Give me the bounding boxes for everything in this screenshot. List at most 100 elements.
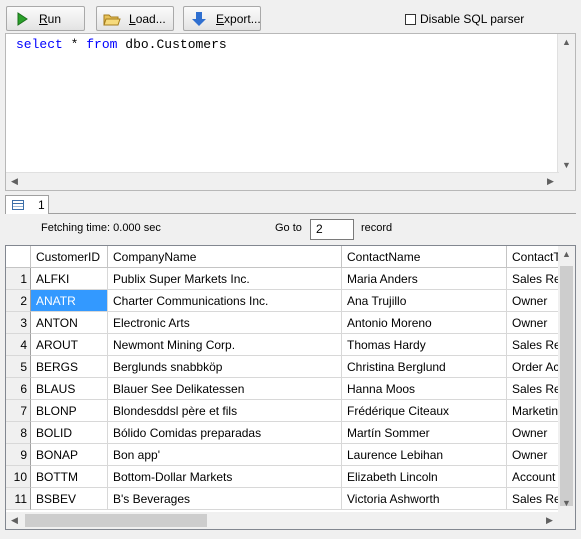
row-number[interactable]: 7 (6, 400, 31, 422)
result-tab-1[interactable]: 1 (5, 195, 49, 214)
table-row[interactable]: 8 BOLID Bólido Comidas preparadas Martín So… (6, 422, 575, 444)
checkbox-box[interactable] (405, 13, 416, 25)
sql-star: * (70, 37, 79, 52)
table-cell[interactable]: Martín Sommer (342, 422, 507, 444)
scroll-right-arrow-icon[interactable]: ▶ (542, 173, 559, 190)
row-number[interactable]: 6 (6, 378, 31, 400)
table-cell[interactable]: ANTON (31, 312, 108, 334)
table-row[interactable]: 11 BSBEV B's Beverages Victoria Ashworth Sal… (6, 488, 575, 510)
record-label: record (361, 222, 393, 234)
table-row[interactable]: 7 BLONP Blondesddsl père et fils Frédérique… (6, 400, 575, 422)
table-cell[interactable]: Christina Berglund (342, 356, 507, 378)
table-cell[interactable]: ANATR (31, 290, 108, 312)
table-cell[interactable]: BOLID (31, 422, 108, 444)
scroll-left-arrow-icon[interactable]: ◀ (6, 512, 23, 529)
table-cell[interactable]: Bottom-Dollar Markets (108, 466, 342, 488)
table-row[interactable]: 5 BERGS Berglunds snabbköp Christina Berglu… (6, 356, 575, 378)
table-cell[interactable]: BLONP (31, 400, 108, 422)
scroll-down-arrow-icon[interactable]: ▼ (558, 157, 575, 174)
horizontal-scroll-thumb[interactable] (25, 514, 207, 527)
disable-sql-parser-checkbox[interactable]: Disable SQL parser (405, 12, 524, 26)
table-cell[interactable]: Berglunds snabbköp (108, 356, 342, 378)
grid-icon (12, 200, 24, 210)
scroll-right-arrow-icon[interactable]: ▶ (541, 512, 558, 529)
export-button[interactable]: Export... (183, 6, 261, 31)
table-row[interactable]: 1 ALFKI Publix Super Markets Inc. Maria And… (6, 268, 575, 290)
column-header[interactable]: CompanyName (108, 246, 342, 268)
export-label: Export... (216, 11, 261, 26)
table-cell[interactable]: B's Beverages (108, 488, 342, 510)
table-cell[interactable]: Frédérique Citeaux (342, 400, 507, 422)
scroll-down-arrow-icon[interactable]: ▼ (558, 495, 575, 512)
table-cell[interactable]: Antonio Moreno (342, 312, 507, 334)
table-cell[interactable]: Laurence Lebihan (342, 444, 507, 466)
vertical-scroll-thumb[interactable] (560, 266, 573, 506)
table-cell[interactable]: Bon app' (108, 444, 342, 466)
goto-label: Go to (275, 222, 302, 234)
goto-record-input[interactable]: 2 (310, 219, 354, 240)
table-row[interactable]: 2 ANATR Charter Communications Inc. Ana Tru… (6, 290, 575, 312)
row-number[interactable]: 10 (6, 466, 31, 488)
grid-header-row: CustomerID CompanyName ContactName Conta… (6, 246, 575, 268)
table-cell[interactable]: Victoria Ashworth (342, 488, 507, 510)
table-cell[interactable]: Thomas Hardy (342, 334, 507, 356)
play-icon (13, 11, 31, 27)
sql-text[interactable]: select * from dbo.Customers (16, 37, 227, 52)
table-row[interactable]: 3 ANTON Electronic Arts Antonio Moreno Owner (6, 312, 575, 334)
arrow-down-icon (190, 11, 208, 27)
table-cell[interactable]: Publix Super Markets Inc. (108, 268, 342, 290)
table-cell[interactable]: Elizabeth Lincoln (342, 466, 507, 488)
row-number[interactable]: 1 (6, 268, 31, 290)
row-number[interactable]: 8 (6, 422, 31, 444)
table-cell[interactable]: Electronic Arts (108, 312, 342, 334)
sql-editor[interactable]: select * from dbo.Customers ▲ ▼ ◀ ▶ (5, 33, 576, 191)
row-number[interactable]: 5 (6, 356, 31, 378)
fetching-time-text: Fetching time: 0.000 sec (41, 222, 161, 234)
table-cell[interactable]: Bólido Comidas preparadas (108, 422, 342, 444)
table-cell[interactable]: AROUT (31, 334, 108, 356)
grid-scrollbar-corner (558, 512, 575, 529)
table-row[interactable]: 9 BONAP Bon app' Laurence Lebihan Owner (6, 444, 575, 466)
row-number[interactable]: 4 (6, 334, 31, 356)
table-cell[interactable]: Newmont Mining Corp. (108, 334, 342, 356)
table-cell[interactable]: BONAP (31, 444, 108, 466)
load-label: Load... (129, 11, 166, 26)
scroll-up-arrow-icon[interactable]: ▲ (558, 246, 575, 263)
header-corner[interactable] (6, 246, 31, 268)
table-cell[interactable]: Maria Anders (342, 268, 507, 290)
row-number[interactable]: 3 (6, 312, 31, 334)
scroll-up-arrow-icon[interactable]: ▲ (558, 34, 575, 51)
tab-strip-line (5, 213, 576, 214)
table-row[interactable]: 6 BLAUS Blauer See Delikatessen Hanna Moos S… (6, 378, 575, 400)
table-cell[interactable]: BERGS (31, 356, 108, 378)
result-tab-label: 1 (38, 198, 45, 212)
row-number[interactable]: 9 (6, 444, 31, 466)
table-cell[interactable]: BLAUS (31, 378, 108, 400)
row-number[interactable]: 2 (6, 290, 31, 312)
column-header[interactable]: CustomerID (31, 246, 108, 268)
table-cell[interactable]: Charter Communications Inc. (108, 290, 342, 312)
table-cell[interactable]: BOTTM (31, 466, 108, 488)
table-cell[interactable]: Ana Trujillo (342, 290, 507, 312)
table-cell[interactable]: BSBEV (31, 488, 108, 510)
run-button[interactable]: Run (6, 6, 85, 31)
scrollbar-corner (558, 173, 575, 190)
sql-keyword-from: from (86, 37, 118, 52)
sql-object-name: dbo.Customers (125, 37, 227, 52)
row-number[interactable]: 11 (6, 488, 31, 510)
table-cell[interactable]: Hanna Moos (342, 378, 507, 400)
editor-vertical-scrollbar[interactable]: ▲ ▼ (557, 34, 575, 174)
grid-vertical-scrollbar[interactable]: ▲ ▼ (558, 246, 575, 512)
load-button[interactable]: Load... (96, 6, 174, 31)
table-row[interactable]: 4 AROUT Newmont Mining Corp. Thomas Hardy Sa… (6, 334, 575, 356)
scroll-left-arrow-icon[interactable]: ◀ (6, 173, 23, 190)
table-row[interactable]: 10 BOTTM Bottom-Dollar Markets Elizabeth Li… (6, 466, 575, 488)
table-cell[interactable]: ALFKI (31, 268, 108, 290)
column-header[interactable]: ContactName (342, 246, 507, 268)
results-grid[interactable]: CustomerID CompanyName ContactName Conta… (5, 245, 576, 530)
sql-keyword-select: select (16, 37, 63, 52)
table-cell[interactable]: Blondesddsl père et fils (108, 400, 342, 422)
table-cell[interactable]: Blauer See Delikatessen (108, 378, 342, 400)
editor-horizontal-scrollbar[interactable]: ◀ ▶ (6, 172, 559, 190)
grid-horizontal-scrollbar[interactable]: ◀ ▶ (6, 512, 558, 529)
